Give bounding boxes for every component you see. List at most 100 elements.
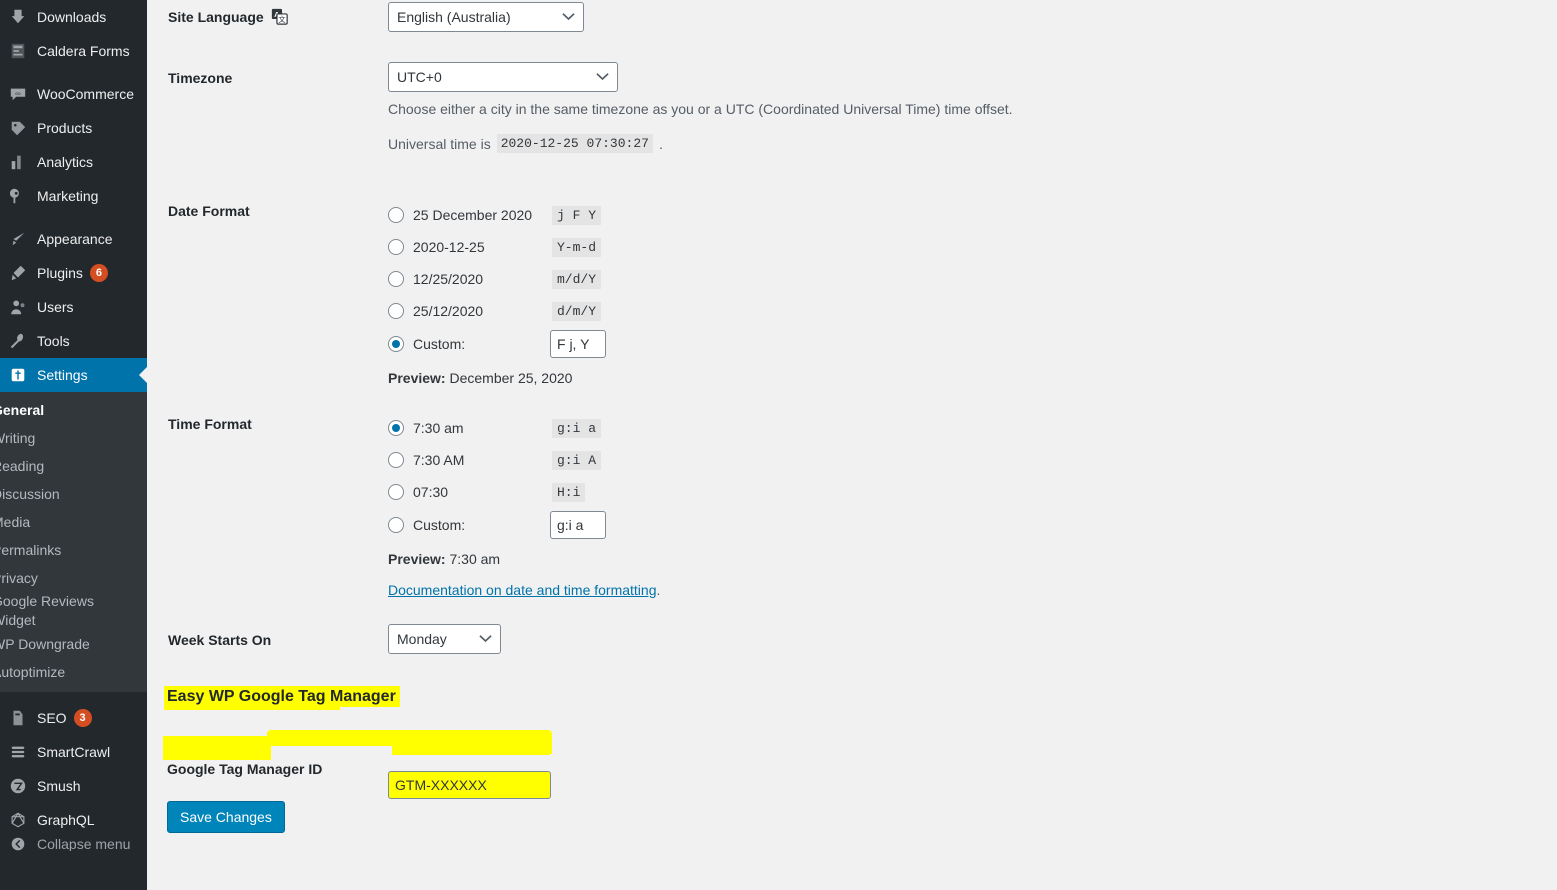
sidebar-item-label: WooCommerce (37, 86, 134, 102)
submenu-item-discussion[interactable]: Discussion (0, 480, 147, 508)
format-code: g:i a (552, 418, 602, 438)
menu-gap (0, 68, 147, 77)
submenu-item-reading[interactable]: Reading (0, 452, 147, 480)
format-code: j F Y (552, 205, 602, 225)
date-format-custom-input[interactable] (550, 330, 606, 358)
marketing-icon (8, 186, 28, 206)
docs-link-suffix: . (656, 582, 661, 598)
seo-notification-badge: 3 (73, 709, 92, 727)
date-format-option[interactable]: 25 December 2020 j F Y (388, 199, 848, 231)
date-format-custom-option[interactable]: Custom: (388, 327, 848, 361)
time-format-custom-option[interactable]: Custom: (388, 508, 848, 542)
universal-time-suffix: . (658, 135, 663, 152)
radio-label: 12/25/2020 (413, 271, 484, 287)
sidebar-item-smartcrawl[interactable]: SmartCrawl (0, 735, 147, 769)
site-language-field: English (Australia) (388, 2, 584, 32)
sidebar-item-label: Settings (37, 367, 88, 383)
radio-date-custom[interactable] (388, 336, 404, 352)
gtm-id-input[interactable] (388, 771, 551, 799)
woocommerce-icon: oo (8, 84, 28, 104)
sidebar-item-settings[interactable]: Settings (0, 358, 147, 392)
radio-time-custom[interactable] (388, 517, 404, 533)
time-preview-value: 7:30 am (449, 551, 501, 567)
sidebar-item-downloads[interactable]: Downloads (0, 0, 147, 34)
sidebar-item-graphql[interactable]: GraphQL (0, 803, 147, 837)
submenu-item-writing[interactable]: Writing (0, 424, 147, 452)
site-language-label-group: Site Language A 文 (168, 8, 288, 25)
radio-label: 7:30 AM (413, 452, 465, 468)
sidebar-item-marketing[interactable]: Marketing (0, 179, 147, 213)
radio-date-m-d-Y[interactable] (388, 271, 404, 287)
sidebar-item-analytics[interactable]: Analytics (0, 145, 147, 179)
radio-label: 25 December 2020 (413, 207, 533, 223)
tools-icon (8, 331, 28, 351)
sidebar-item-plugins[interactable]: Plugins 6 (0, 256, 147, 290)
highlight-gtm-input-stroke (392, 740, 552, 754)
save-changes-button[interactable]: Save Changes (167, 801, 285, 833)
time-format-custom-input[interactable] (550, 511, 606, 539)
sidebar-item-collapse-menu[interactable]: Collapse menu (0, 837, 147, 851)
submenu-item-media[interactable]: Media (0, 508, 147, 536)
universal-time-row: Universal time is 2020-12-25 07:30:27 . (388, 134, 663, 153)
admin-sidebar: Comments Downloads Caldera Forms oo WooC… (0, 0, 147, 890)
save-button-row: Save Changes (167, 801, 285, 833)
submenu-item-wp-downgrade[interactable]: WP Downgrade (0, 630, 147, 658)
time-format-preview: Preview: 7:30 am (388, 551, 848, 567)
date-format-option[interactable]: 2020-12-25 Y-m-d (388, 231, 848, 263)
date-format-label: Date Format (168, 203, 250, 219)
date-format-option[interactable]: 25/12/2020 d/m/Y (388, 295, 848, 327)
radio-label: 2020-12-25 (413, 239, 485, 255)
sidebar-item-seo[interactable]: SEO 3 (0, 701, 147, 735)
caldera-forms-icon (8, 41, 28, 61)
time-format-option[interactable]: 07:30 H:i (388, 476, 848, 508)
universal-time-value: 2020-12-25 07:30:27 (496, 134, 653, 153)
radio-time-H-i[interactable] (388, 484, 404, 500)
radio-time-g-i-A-upper[interactable] (388, 452, 404, 468)
site-language-select[interactable]: English (Australia) (388, 2, 584, 32)
submenu-item-general[interactable]: General (0, 396, 147, 424)
radio-date-Y-m-d[interactable] (388, 239, 404, 255)
sidebar-item-label: SmartCrawl (37, 744, 111, 760)
week-starts-on-select[interactable]: Monday (388, 624, 501, 654)
settings-icon (8, 365, 28, 385)
sidebar-item-products[interactable]: Products (0, 111, 147, 145)
sidebar-item-label: SEO (37, 710, 67, 726)
smartcrawl-icon (8, 742, 28, 762)
site-language-select-wrap: English (Australia) (388, 2, 584, 32)
time-format-option[interactable]: 7:30 AM g:i A (388, 444, 848, 476)
date-format-option[interactable]: 12/25/2020 m/d/Y (388, 263, 848, 295)
plugins-update-badge: 6 (89, 264, 108, 282)
week-starts-on-field: Monday (388, 624, 501, 654)
translation-icon: A 文 (271, 8, 288, 25)
timezone-description: Choose either a city in the same timezon… (388, 101, 1013, 117)
time-format-label: Time Format (168, 416, 252, 432)
menu-gap (0, 213, 147, 222)
radio-date-j-F-Y[interactable] (388, 207, 404, 223)
sidebar-item-smush[interactable]: Smush (0, 769, 147, 803)
sidebar-item-woocommerce[interactable]: oo WooCommerce (0, 77, 147, 111)
gtm-section-heading: Easy WP Google Tag Manager (167, 688, 396, 705)
sidebar-item-caldera-forms[interactable]: Caldera Forms (0, 34, 147, 68)
submenu-item-permalinks[interactable]: Permalinks (0, 536, 147, 564)
appearance-icon (8, 229, 28, 249)
sidebar-item-label: Marketing (37, 188, 99, 204)
time-format-option[interactable]: 7:30 am g:i a (388, 412, 848, 444)
sidebar-item-users[interactable]: Users (0, 290, 147, 324)
date-format-preview: Preview: December 25, 2020 (388, 370, 848, 386)
sidebar-item-tools[interactable]: Tools (0, 324, 147, 358)
radio-date-d-m-Y[interactable] (388, 303, 404, 319)
sidebar-item-label: Tools (37, 333, 70, 349)
highlight-gtm-label-stroke (163, 736, 271, 760)
date-time-documentation-link[interactable]: Documentation on date and time formattin… (388, 582, 657, 598)
wordpress-admin-screen: Comments Downloads Caldera Forms oo WooC… (0, 0, 1557, 890)
svg-text:文: 文 (278, 15, 285, 24)
week-starts-on-select-wrap: Monday (388, 624, 501, 654)
current-menu-arrow (139, 366, 147, 384)
radio-time-g-i-a-lower[interactable] (388, 420, 404, 436)
sidebar-item-appearance[interactable]: Appearance (0, 222, 147, 256)
submenu-item-privacy[interactable]: Privacy (0, 564, 147, 592)
timezone-select[interactable]: UTC+0 (388, 62, 618, 92)
settings-submenu: General Writing Reading Discussion Media… (0, 392, 147, 692)
submenu-item-autoptimize[interactable]: Autoptimize (0, 658, 147, 686)
submenu-item-google-reviews-widget[interactable]: Google Reviews Widget (0, 592, 112, 630)
